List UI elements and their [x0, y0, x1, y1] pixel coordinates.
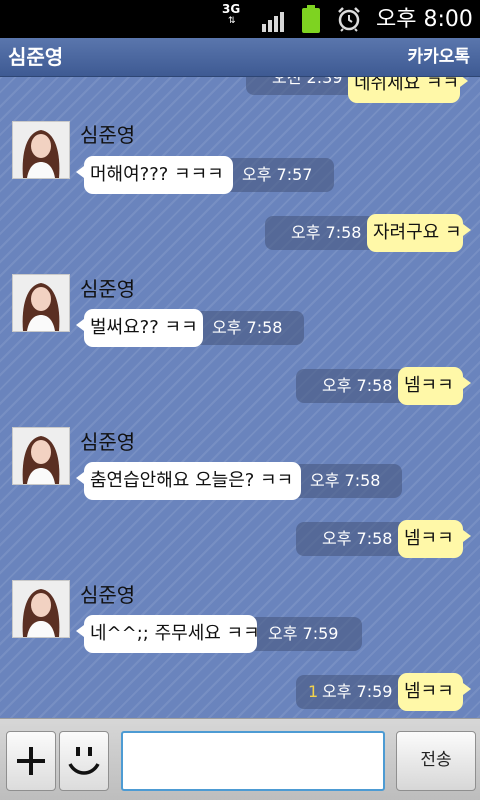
incoming-message[interactable]: 벌써요?? ㅋㅋ	[76, 309, 203, 347]
sender-name: 심준영	[80, 277, 136, 301]
data-arrows-icon: ⇅	[228, 16, 236, 26]
network-type: 3G	[222, 2, 241, 16]
message-time: 오후 7:58	[322, 376, 393, 395]
chat-title: 심준영	[8, 45, 64, 69]
message-input-bar: 전송	[0, 718, 480, 800]
unread-count: 1	[308, 682, 319, 701]
battery-icon	[302, 5, 320, 33]
sender-avatar[interactable]	[12, 274, 70, 332]
plus-icon	[17, 747, 45, 775]
alarm-icon	[338, 7, 360, 32]
message-time: 오후 7:58	[291, 223, 362, 242]
outgoing-message[interactable]: 자려구요 ㅋ	[367, 214, 471, 252]
sender-avatar[interactable]	[12, 427, 70, 485]
message-input[interactable]	[121, 731, 385, 791]
status-bar: 3G ⇅ 오후 8:00	[0, 0, 480, 38]
phone-screen: 3G ⇅ 오후 8:00 심준영 카카오톡 오전 2:39 네쉬세요 ㅋㅋ 심준…	[0, 0, 480, 800]
outgoing-message[interactable]: 넴ㅋㅋ	[398, 673, 471, 711]
sender-avatar[interactable]	[12, 121, 70, 179]
message-time: 오후 7:58	[212, 318, 283, 337]
timestamp-pill: 오후 7:58	[296, 369, 408, 403]
title-bar: 심준영 카카오톡	[0, 38, 480, 77]
incoming-message[interactable]: 네^^;; 주무세요 ㅋㅋ	[76, 615, 260, 653]
timestamp-pill: 1 오후 7:59	[296, 675, 408, 709]
emoticon-button[interactable]	[59, 731, 109, 791]
outgoing-message[interactable]: 네쉬세요 ㅋㅋ	[348, 77, 468, 103]
outgoing-message[interactable]: 넴ㅋㅋ	[398, 520, 471, 558]
sender-avatar[interactable]	[12, 580, 70, 638]
timestamp-pill: 오후 7:58	[265, 216, 377, 250]
incoming-message[interactable]: 머해여??? ㅋㅋㅋ	[76, 156, 233, 194]
smiley-icon	[68, 747, 100, 775]
outgoing-message[interactable]: 넴ㅋㅋ	[398, 367, 471, 405]
chat-messages[interactable]: 오전 2:39 네쉬세요 ㅋㅋ 심준영 오후 7:57 머해여??? ㅋㅋㅋ 오…	[0, 77, 480, 718]
message-time: 오후 7:57	[242, 165, 313, 184]
message-time: 오후 7:58	[322, 529, 393, 548]
timestamp-pill: 오후 7:57	[222, 158, 334, 192]
message-time: 오후 7:59	[268, 624, 339, 643]
timestamp-pill: 오후 7:58	[192, 311, 304, 345]
clock: 오후 8:00	[376, 7, 473, 32]
sender-name: 심준영	[80, 583, 136, 607]
sender-name: 심준영	[80, 123, 136, 147]
attach-button[interactable]	[6, 731, 56, 791]
message-time: 오전 2:39	[272, 77, 343, 87]
timestamp-pill: 오전 2:39	[246, 77, 358, 95]
timestamp-pill: 오후 7:59	[246, 617, 362, 651]
timestamp-pill: 오후 7:58	[296, 522, 408, 556]
incoming-message[interactable]: 춤연습안해요 오늘은? ㅋㅋ	[76, 462, 301, 500]
message-time: 오후 7:58	[310, 471, 381, 490]
timestamp-pill: 오후 7:58	[290, 464, 402, 498]
message-time: 오후 7:59	[322, 682, 393, 701]
signal-icon	[262, 8, 288, 32]
app-name: 카카오톡	[407, 47, 470, 67]
send-button[interactable]: 전송	[396, 731, 476, 791]
sender-name: 심준영	[80, 430, 136, 454]
